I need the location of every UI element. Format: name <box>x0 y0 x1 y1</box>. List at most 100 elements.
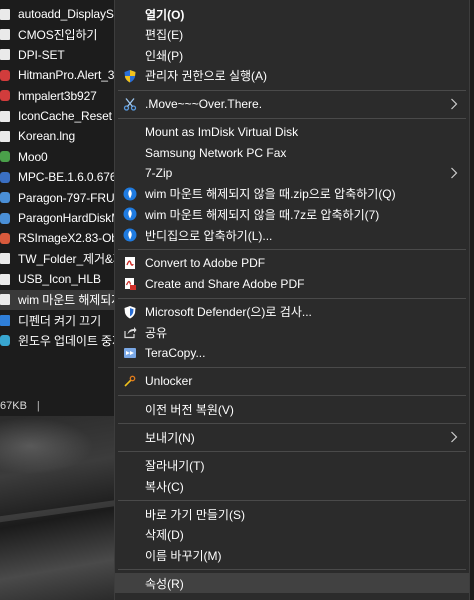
menu-separator <box>118 569 466 571</box>
menu-item[interactable]: Samsung Network PC Fax <box>115 143 469 163</box>
file-name: RSImageX2.83-Ob <box>18 231 118 246</box>
menu-item[interactable]: 7-Zip <box>115 163 469 183</box>
menu-item[interactable]: 복사(C) <box>115 476 469 496</box>
menu-item[interactable]: .Move~~~Over.There. <box>115 94 469 114</box>
file-name: Korean.lng <box>18 129 76 144</box>
menu-separator <box>118 367 466 369</box>
file-icon <box>0 273 10 285</box>
file-name: USB_Icon_HLB <box>18 272 101 287</box>
file-list: autoadd_DisplaySett CMOS진입하기 DPI-SET Hitman… <box>0 0 118 392</box>
menu-separator <box>118 500 466 502</box>
menu-item[interactable]: 보내기(N) <box>115 427 469 447</box>
menu-item-label: 삭제(D) <box>145 528 184 543</box>
menu-item[interactable]: 삭제(D) <box>115 525 469 545</box>
menu-item[interactable]: Create and Share Adobe PDF <box>115 274 469 294</box>
menu-item[interactable]: 이전 버전 복원(V) <box>115 399 469 419</box>
menu-separator <box>118 249 466 251</box>
menu-item[interactable]: 공유 <box>115 322 469 342</box>
file-list-item[interactable]: autoadd_DisplaySett <box>0 4 118 24</box>
file-list-item[interactable]: HitmanPro.Alert_3.8. <box>0 65 118 85</box>
file-name: ParagonHardDiskMa <box>18 211 118 225</box>
defender-icon <box>123 305 137 319</box>
file-name: 윈도우 업데이트 중지 <box>18 333 118 348</box>
file-icon <box>0 314 10 326</box>
menu-separator <box>118 297 466 299</box>
menu-item[interactable]: wim 마운트 해제되지 않을 때.7z로 압축하기(7) <box>115 204 469 224</box>
file-list-item[interactable]: DPI-SET <box>0 45 118 65</box>
menu-item-label: 보내기(N) <box>145 430 195 445</box>
menu-item[interactable]: 관리자 권한으로 실행(A) <box>115 66 469 86</box>
menu-item-label: Create and Share Adobe PDF <box>145 276 305 291</box>
file-name: TW_Folder_제거&재 <box>18 252 118 267</box>
file-list-item[interactable]: Korean.lng <box>0 126 118 146</box>
file-list-item[interactable]: RSImageX2.83-Ob <box>0 228 118 248</box>
file-icon <box>0 28 10 40</box>
status-separator: | <box>36 400 40 412</box>
menu-item-label: 공유 <box>145 325 168 340</box>
file-name: CMOS진입하기 <box>18 27 98 42</box>
menu-item[interactable]: 편집(E) <box>115 25 469 45</box>
file-list-item[interactable]: CMOS진입하기 <box>0 24 118 44</box>
menu-item-label: 속성(R) <box>145 576 184 591</box>
menu-item-label: 7-Zip <box>145 166 173 181</box>
menu-item[interactable]: Microsoft Defender(으)로 검사... <box>115 302 469 322</box>
file-name: Moo0 <box>18 149 48 164</box>
menu-item[interactable]: 열기(O) <box>115 4 469 24</box>
menu-item-label: wim 마운트 해제되지 않을 때.7z로 압축하기(7) <box>145 207 380 222</box>
file-list-item[interactable]: ParagonHardDiskMa <box>0 208 118 228</box>
file-list-item[interactable]: Moo0 <box>0 147 118 167</box>
file-name: DPI-SET <box>18 47 65 62</box>
chevron-right-icon <box>449 430 459 444</box>
menu-item[interactable]: Convert to Adobe PDF <box>115 253 469 273</box>
desktop-wallpaper <box>0 416 118 600</box>
menu-item[interactable]: TeraCopy... <box>115 343 469 363</box>
menu-separator <box>118 451 466 453</box>
bandizip-icon <box>123 187 137 201</box>
menu-item[interactable]: 잘라내기(T) <box>115 455 469 475</box>
file-name: HitmanPro.Alert_3.8. <box>18 68 118 83</box>
file-list-item[interactable]: 디펜더 켜기 끄기 <box>0 310 118 330</box>
menu-item[interactable]: 인쇄(P) <box>115 45 469 65</box>
menu-item[interactable]: Unlocker <box>115 371 469 391</box>
status-bar: 67KB | <box>0 396 118 416</box>
hitmanpro-icon <box>0 69 10 81</box>
menu-item-label: TeraCopy... <box>145 346 206 360</box>
file-name: hmpalert3b927 <box>18 88 97 103</box>
menu-item-label: 관리자 권한으로 실행(A) <box>145 69 268 84</box>
file-list-item[interactable]: USB_Icon_HLB <box>0 269 118 289</box>
menu-item-label: 복사(C) <box>145 479 184 494</box>
file-icon <box>0 294 10 306</box>
menu-item-label: 반디집으로 압축하기(L)... <box>145 228 273 243</box>
menu-item[interactable]: 반디집으로 압축하기(L)... <box>115 225 469 245</box>
menu-item[interactable]: 속성(R) <box>115 573 469 594</box>
menu-item-label: wim 마운트 해제되지 않을 때.zip으로 압축하기(Q) <box>145 187 396 202</box>
menu-item-label: Samsung Network PC Fax <box>145 145 287 160</box>
menu-item[interactable]: Mount as ImDisk Virtual Disk <box>115 122 469 142</box>
menu-item-label: .Move~~~Over.There. <box>145 96 263 111</box>
teracopy-icon <box>123 346 137 360</box>
file-list-item[interactable]: Paragon-797-FRU_W <box>0 188 118 208</box>
status-size: 67KB <box>0 400 27 412</box>
file-name: 디펜더 켜기 끄기 <box>18 313 102 328</box>
file-list-item[interactable]: 윈도우 업데이트 중지 <box>0 330 118 350</box>
file-list-item[interactable]: IconCache_Reset <box>0 106 118 126</box>
menu-separator <box>118 423 466 425</box>
menu-separator <box>118 118 466 119</box>
menu-item-label: 편집(E) <box>145 28 184 43</box>
moo0-icon <box>0 151 10 163</box>
chevron-right-icon <box>449 166 459 180</box>
menu-item-label: Mount as ImDisk Virtual Disk <box>145 125 299 139</box>
menu-item-label: 잘라내기(T) <box>145 458 205 473</box>
menu-item[interactable]: 이름 바꾸기(M) <box>115 545 469 565</box>
file-list-item[interactable]: wim 마운트 해제되지 <box>0 289 118 310</box>
file-list-item[interactable]: TW_Folder_제거&재 <box>0 249 118 269</box>
file-list-item[interactable]: hmpalert3b927 <box>0 86 118 106</box>
bandizip-icon <box>123 228 137 242</box>
menu-item[interactable]: 바로 가기 만들기(S) <box>115 504 469 524</box>
file-name: MPC-BE.1.6.0.6767.x6 <box>18 170 118 185</box>
menu-item[interactable]: wim 마운트 해제되지 않을 때.zip으로 압축하기(Q) <box>115 184 469 204</box>
file-name: IconCache_Reset <box>18 109 112 123</box>
menu-separator <box>118 395 466 397</box>
context-menu: 열기(O) 편집(E) 인쇄(P) 관리자 권한으로 실행(A) .Move~~~Ove… <box>114 0 470 600</box>
file-list-item[interactable]: MPC-BE.1.6.0.6767.x6 <box>0 167 118 187</box>
